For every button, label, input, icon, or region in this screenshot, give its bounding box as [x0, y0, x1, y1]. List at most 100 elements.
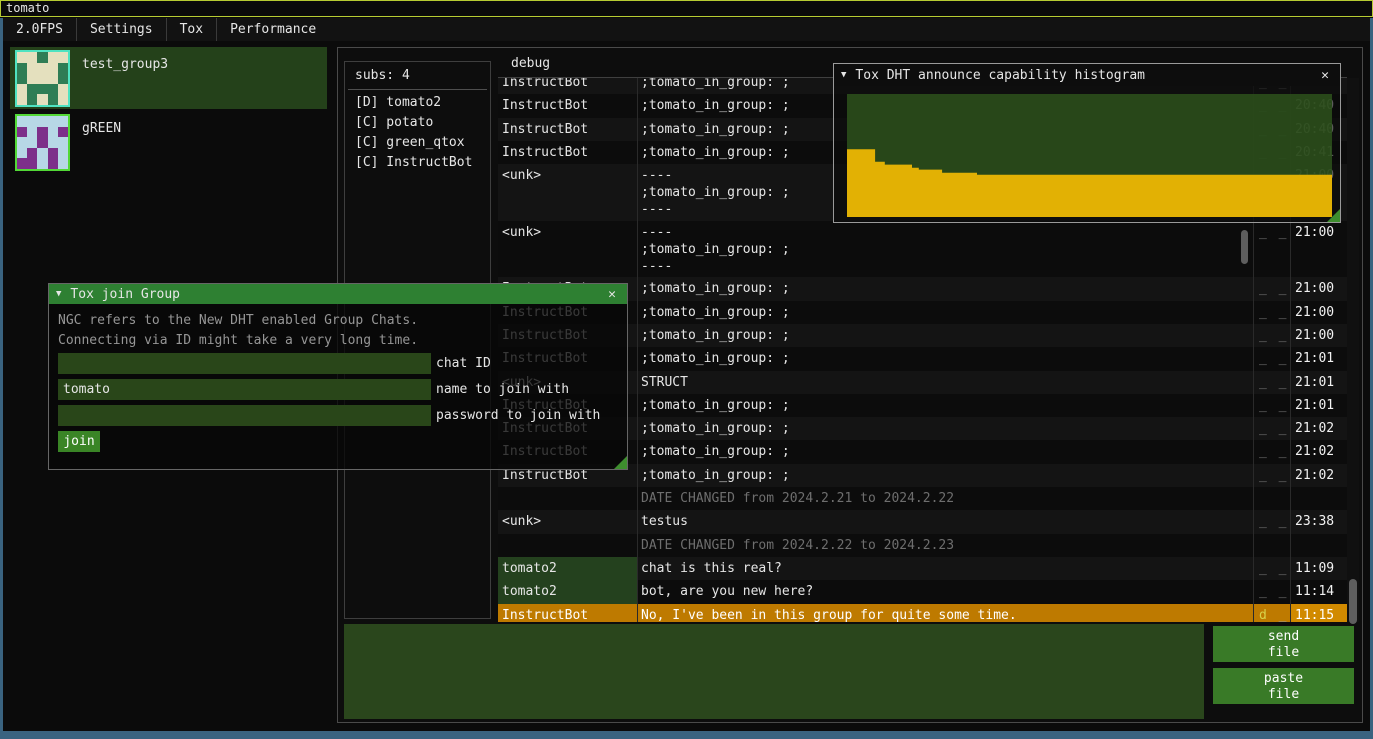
message-text: testus	[638, 510, 1254, 533]
menu-bar: 2.0FPS SettingsToxPerformance	[3, 18, 1370, 41]
message-time: 21:02	[1291, 464, 1347, 487]
chat-scrollbar-thumb[interactable]	[1349, 579, 1357, 624]
join-button[interactable]: join	[58, 431, 100, 452]
message-status: _ _	[1254, 221, 1291, 278]
join-name-input[interactable]	[58, 379, 431, 400]
message-text: ;tomato_in_group: ;	[638, 440, 1254, 463]
group-avatar	[15, 50, 70, 107]
menu-item-tox[interactable]: Tox	[167, 18, 216, 41]
message-time: 11:09	[1291, 557, 1347, 580]
sender-name: InstructBot	[498, 118, 638, 141]
date-row: DATE CHANGED from 2024.2.22 to 2024.2.23	[498, 534, 1347, 557]
message-time	[1291, 534, 1347, 557]
message-status: _ _	[1254, 440, 1291, 463]
message-time: 11:15	[1291, 604, 1347, 622]
message-time: 21:01	[1291, 371, 1347, 394]
message-text: STRUCT	[638, 371, 1254, 394]
sender-name: InstructBot	[498, 94, 638, 117]
message-row[interactable]: <unk>----;tomato_in_group: ;----_ _21:00	[498, 221, 1347, 278]
message-text: ;tomato_in_group: ;	[638, 347, 1254, 370]
contact-name: test_group3	[82, 57, 168, 109]
join-window-titlebar[interactable]: ▼ Tox join Group ✕	[49, 284, 627, 304]
paste-file-button[interactable]: paste file	[1213, 668, 1354, 704]
menu-item-performance[interactable]: Performance	[217, 18, 329, 41]
close-icon[interactable]: ✕	[1317, 68, 1333, 83]
send-file-button[interactable]: send file	[1213, 626, 1354, 662]
subs-list-item[interactable]: [D] tomato2	[355, 93, 490, 113]
sender-name: <unk>	[498, 221, 638, 278]
message-row[interactable]: <unk>testus_ _23:38	[498, 510, 1347, 533]
message-status: _ _	[1254, 464, 1291, 487]
message-text: No, I've been in this group for quite so…	[638, 604, 1254, 622]
histogram-plot	[847, 94, 1332, 217]
date-row: DATE CHANGED from 2024.2.21 to 2024.2.22	[498, 487, 1347, 510]
message-input[interactable]	[344, 624, 1204, 719]
message-text: chat is this real?	[638, 557, 1254, 580]
collapse-icon[interactable]: ▼	[841, 70, 846, 80]
histogram-window-titlebar[interactable]: ▼ Tox DHT announce capability histogram …	[834, 64, 1340, 86]
window-frame-left	[0, 18, 3, 739]
message-scrollbar-thumb[interactable]	[1241, 230, 1248, 264]
histogram-window: ▼ Tox DHT announce capability histogram …	[833, 63, 1341, 223]
subs-list-item[interactable]: [C] InstructBot	[355, 153, 490, 173]
message-time: 21:01	[1291, 347, 1347, 370]
message-text: DATE CHANGED from 2024.2.21 to 2024.2.22	[638, 487, 1254, 510]
contact-item-test_group3[interactable]: test_group3	[10, 47, 327, 109]
message-status: _ _	[1254, 347, 1291, 370]
message-status: d _	[1254, 604, 1291, 622]
subs-count-label: subs: 4	[355, 68, 490, 83]
sender-name: InstructBot	[498, 141, 638, 164]
join-password-label: password to join with	[436, 405, 600, 426]
resize-grip[interactable]	[1327, 209, 1340, 222]
histogram-window-title: Tox DHT announce capability histogram	[855, 68, 1317, 83]
chat-scrollbar[interactable]	[1347, 78, 1359, 622]
message-text: ;tomato_in_group: ;	[638, 301, 1254, 324]
contact-item-gREEN[interactable]: gREEN	[10, 111, 327, 173]
join-password-input[interactable]	[58, 405, 431, 426]
message-status: _ _	[1254, 510, 1291, 533]
subs-list-item[interactable]: [C] potato	[355, 113, 490, 133]
tab-debug[interactable]: debug	[511, 56, 550, 71]
message-text: ;tomato_in_group: ;	[638, 394, 1254, 417]
message-status: _ _	[1254, 301, 1291, 324]
message-status: _ _	[1254, 394, 1291, 417]
contact-name: gREEN	[82, 121, 121, 173]
chat-id-input[interactable]	[58, 353, 431, 374]
join-group-window: ▼ Tox join Group ✕ NGC refers to the New…	[48, 283, 628, 470]
message-status: _ _	[1254, 417, 1291, 440]
message-row[interactable]: tomato2chat is this real?_ _11:09	[498, 557, 1347, 580]
close-icon[interactable]: ✕	[604, 287, 620, 302]
message-text: ;tomato_in_group: ;	[638, 277, 1254, 300]
sender-name: <unk>	[498, 164, 638, 221]
collapse-icon[interactable]: ▼	[56, 289, 61, 299]
window-frame-bottom	[0, 731, 1373, 739]
message-row[interactable]: tomato2bot, are you new here?_ _11:14	[498, 580, 1347, 603]
message-row[interactable]: InstructBotNo, I've been in this group f…	[498, 604, 1347, 622]
sender-name: <unk>	[498, 510, 638, 533]
menu-item-settings[interactable]: Settings	[77, 18, 166, 41]
contact-list: test_group3 gREEN	[10, 47, 327, 175]
message-time	[1291, 487, 1347, 510]
subs-list: [D] tomato2[C] potato[C] green_qtox[C] I…	[345, 93, 490, 173]
message-time: 23:38	[1291, 510, 1347, 533]
message-time: 21:00	[1291, 324, 1347, 347]
message-status: _ _	[1254, 580, 1291, 603]
message-status: _ _	[1254, 324, 1291, 347]
sender-name	[498, 534, 638, 557]
histogram-area	[847, 149, 1332, 217]
chat-id-label: chat ID	[436, 353, 491, 374]
message-time: 21:01	[1291, 394, 1347, 417]
join-note-1: NGC refers to the New DHT enabled Group …	[58, 311, 627, 331]
message-time: 11:14	[1291, 580, 1347, 603]
message-time: 21:00	[1291, 221, 1347, 278]
message-time: 21:02	[1291, 440, 1347, 463]
message-text: ;tomato_in_group: ;	[638, 417, 1254, 440]
window-titlebar[interactable]: tomato	[0, 0, 1373, 17]
resize-grip[interactable]	[614, 456, 627, 469]
group-avatar	[15, 114, 70, 171]
fps-indicator: 2.0FPS	[3, 18, 76, 41]
message-time: 21:02	[1291, 417, 1347, 440]
join-window-title: Tox join Group	[70, 287, 604, 302]
message-status: _ _	[1254, 371, 1291, 394]
subs-list-item[interactable]: [C] green_qtox	[355, 133, 490, 153]
